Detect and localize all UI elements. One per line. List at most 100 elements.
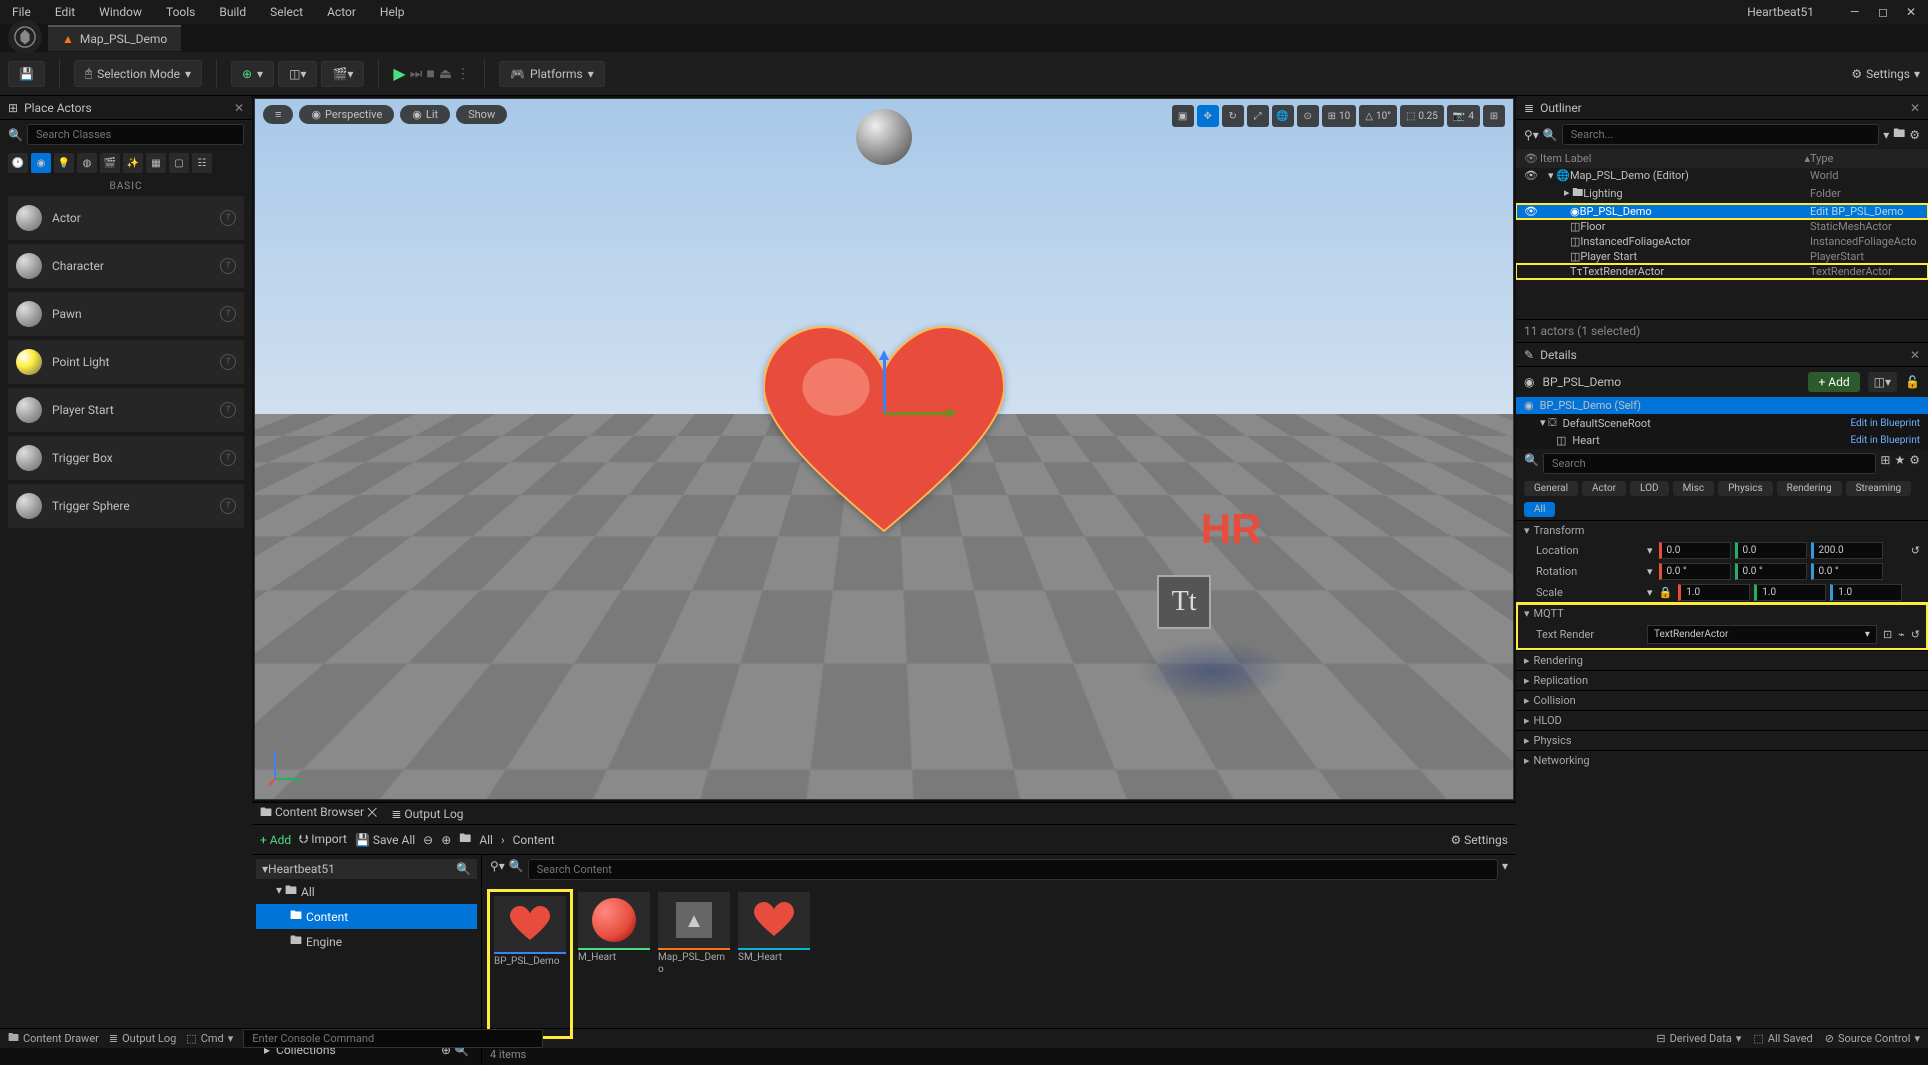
content-drawer-button[interactable]: 🖿 Content Drawer [8,1029,99,1048]
rotation-y[interactable] [1735,563,1807,580]
rendering-section[interactable]: ▸ Rendering [1516,651,1928,670]
scale-y[interactable] [1754,584,1826,601]
tree-all[interactable]: ▾ 🖿 All [256,879,477,904]
platforms-dropdown[interactable]: 🎮 Platforms ▾ [499,61,605,87]
geometry-icon[interactable]: ▦ [146,153,166,173]
lit-dropdown[interactable]: ◉Lit [400,105,450,124]
replication-section[interactable]: ▸ Replication [1516,671,1928,690]
lock-icon[interactable]: 🔒 [1659,586,1673,599]
details-tab[interactable]: ✎ Details ✕ [1516,343,1928,367]
close-icon[interactable]: ✕ [1906,5,1920,19]
eject-button[interactable]: ⏏ [439,66,452,82]
world-local-icon[interactable]: 🌐 [1272,105,1294,127]
basic-icon[interactable]: ◉ [31,153,51,173]
networking-section[interactable]: ▸ Networking [1516,751,1928,770]
edit-blueprint-link[interactable]: Edit in Blueprint [1850,435,1920,446]
filter-physics[interactable]: Physics [1718,481,1773,496]
filter-all[interactable]: All [1524,502,1555,517]
collision-section[interactable]: ▸ Collision [1516,691,1928,710]
rotation-x[interactable] [1659,563,1731,580]
location-x[interactable] [1659,542,1731,559]
text-render-actor-icon[interactable]: Tt [1157,575,1211,629]
outliner-row-foliage[interactable]: ◫ InstancedFoliageActorInstancedFoliageA… [1516,234,1928,249]
reset-icon[interactable]: ↺ [1911,628,1920,641]
hr-text-render[interactable]: HR [1201,505,1262,553]
viewport-options-button[interactable]: ≡ [263,105,293,124]
shapes-icon[interactable]: ◍ [77,153,97,173]
pick-icon[interactable]: ⌁ [1898,628,1905,641]
stop-button[interactable]: ■ [426,65,434,82]
maximize-icon[interactable]: ◻ [1878,5,1892,19]
asset-map-psl-demo[interactable]: ▲ Map_PSL_Demo [658,892,730,1036]
scale-z[interactable] [1830,584,1902,601]
volumes-icon[interactable]: ▢ [169,153,189,173]
all-classes-icon[interactable]: ☷ [192,153,212,173]
outliner-row-floor[interactable]: ◫ FloorStaticMeshActor [1516,219,1928,234]
add-button[interactable]: + Add [260,833,291,847]
camera-speed[interactable]: 📷 4 [1447,105,1480,127]
scale-x[interactable] [1678,584,1750,601]
blueprint-icon[interactable]: ◫▾ [1868,372,1897,392]
settings-button[interactable]: Settings [1866,67,1910,81]
actor-item-trigger-box[interactable]: Trigger Box? [8,436,244,480]
cinematic-icon[interactable]: 🎬 [100,153,120,173]
details-search[interactable] [1543,453,1876,474]
asset-sm-heart[interactable]: SM_Heart [738,892,810,1036]
console-input[interactable] [243,1029,543,1048]
menu-file[interactable]: File [8,3,35,21]
unreal-logo-icon[interactable] [8,20,42,54]
gear-icon[interactable]: ⚙ [1909,453,1920,474]
filter-misc[interactable]: Misc [1673,481,1715,496]
save-all-button[interactable]: 💾 Save All [355,833,415,847]
outliner-search[interactable] [1562,124,1879,145]
component-default-scene-root[interactable]: ▾ ⛋ DefaultSceneRootEdit in Blueprint [1516,414,1928,432]
star-icon[interactable]: ★ [1894,453,1905,474]
lights-icon[interactable]: 💡 [54,153,74,173]
chevron-down-icon[interactable]: ▾ [1502,859,1508,880]
visual-effects-icon[interactable]: ✨ [123,153,143,173]
outliner-row-world[interactable]: 👁▾ 🌐 Map_PSL_Demo (Editor)World [1516,168,1928,183]
viewport[interactable]: ≡ ◉Perspective ◉Lit Show ▣ ✥ ↻ ⤢ 🌐 ⊙ ⊞ 1… [254,98,1514,800]
grid-icon[interactable]: ⊞ [1880,453,1890,474]
browse-icon[interactable]: ⊡ [1883,628,1892,641]
actor-item-point-light[interactable]: Point Light? [8,340,244,384]
place-actors-search[interactable] [27,124,244,145]
move-tool-icon[interactable]: ✥ [1197,105,1219,127]
location-z[interactable] [1811,542,1883,559]
help-icon[interactable]: ? [220,498,236,514]
recent-icon[interactable]: 🕐 [8,153,28,173]
heart-actor[interactable] [764,325,1004,545]
skip-button[interactable]: ⏭ [410,66,423,82]
physics-section[interactable]: ▸ Physics [1516,731,1928,750]
angle-snap-toggle[interactable]: △ 10° [1359,105,1397,127]
filter-lod[interactable]: LOD [1630,481,1669,496]
save-button[interactable]: 💾 [8,61,45,87]
all-saved-button[interactable]: ⬚ All Saved [1753,1032,1812,1045]
viewport-layout-icon[interactable]: ⊞ [1483,105,1505,127]
output-log-button[interactable]: ≣ Output Log [109,1032,176,1045]
scale-tool-icon[interactable]: ⤢ [1247,105,1269,127]
close-icon[interactable]: ✕ [1910,101,1920,115]
show-dropdown[interactable]: Show [456,105,507,124]
help-icon[interactable]: ? [220,402,236,418]
col-type[interactable]: Type [1810,152,1920,165]
filter-general[interactable]: General [1524,481,1578,496]
outliner-row-player-start[interactable]: ◫ Player StartPlayerStart [1516,249,1928,264]
transform-section[interactable]: ▾ Transform [1516,521,1928,540]
surface-snap-icon[interactable]: ⊙ [1297,105,1319,127]
asset-bp-psl-demo[interactable]: BP_PSL_Demo [490,892,570,1036]
filter-streaming[interactable]: Streaming [1846,481,1912,496]
help-icon[interactable]: ? [220,306,236,322]
location-y[interactable] [1735,542,1807,559]
mqtt-section[interactable]: ▾ MQTT [1516,604,1928,623]
grid-snap-toggle[interactable]: ⊞ 10 [1322,105,1357,127]
help-icon[interactable]: ? [220,210,236,226]
history-back-icon[interactable]: ⊖ [423,833,433,847]
outliner-row-bp-psl-demo[interactable]: 👁◉ BP_PSL_DemoEdit BP_PSL_Demo [1516,204,1928,219]
menu-tools[interactable]: Tools [162,3,199,21]
blueprint-button[interactable]: ◫▾ [278,61,317,87]
content-browser-tab[interactable]: 🖿 Content Browser ✕ [260,803,377,824]
folder-plus-icon[interactable]: 🖿 [1893,124,1905,145]
play-button[interactable]: ▶ [393,64,405,83]
lock-icon[interactable]: 🔓 [1905,375,1920,389]
